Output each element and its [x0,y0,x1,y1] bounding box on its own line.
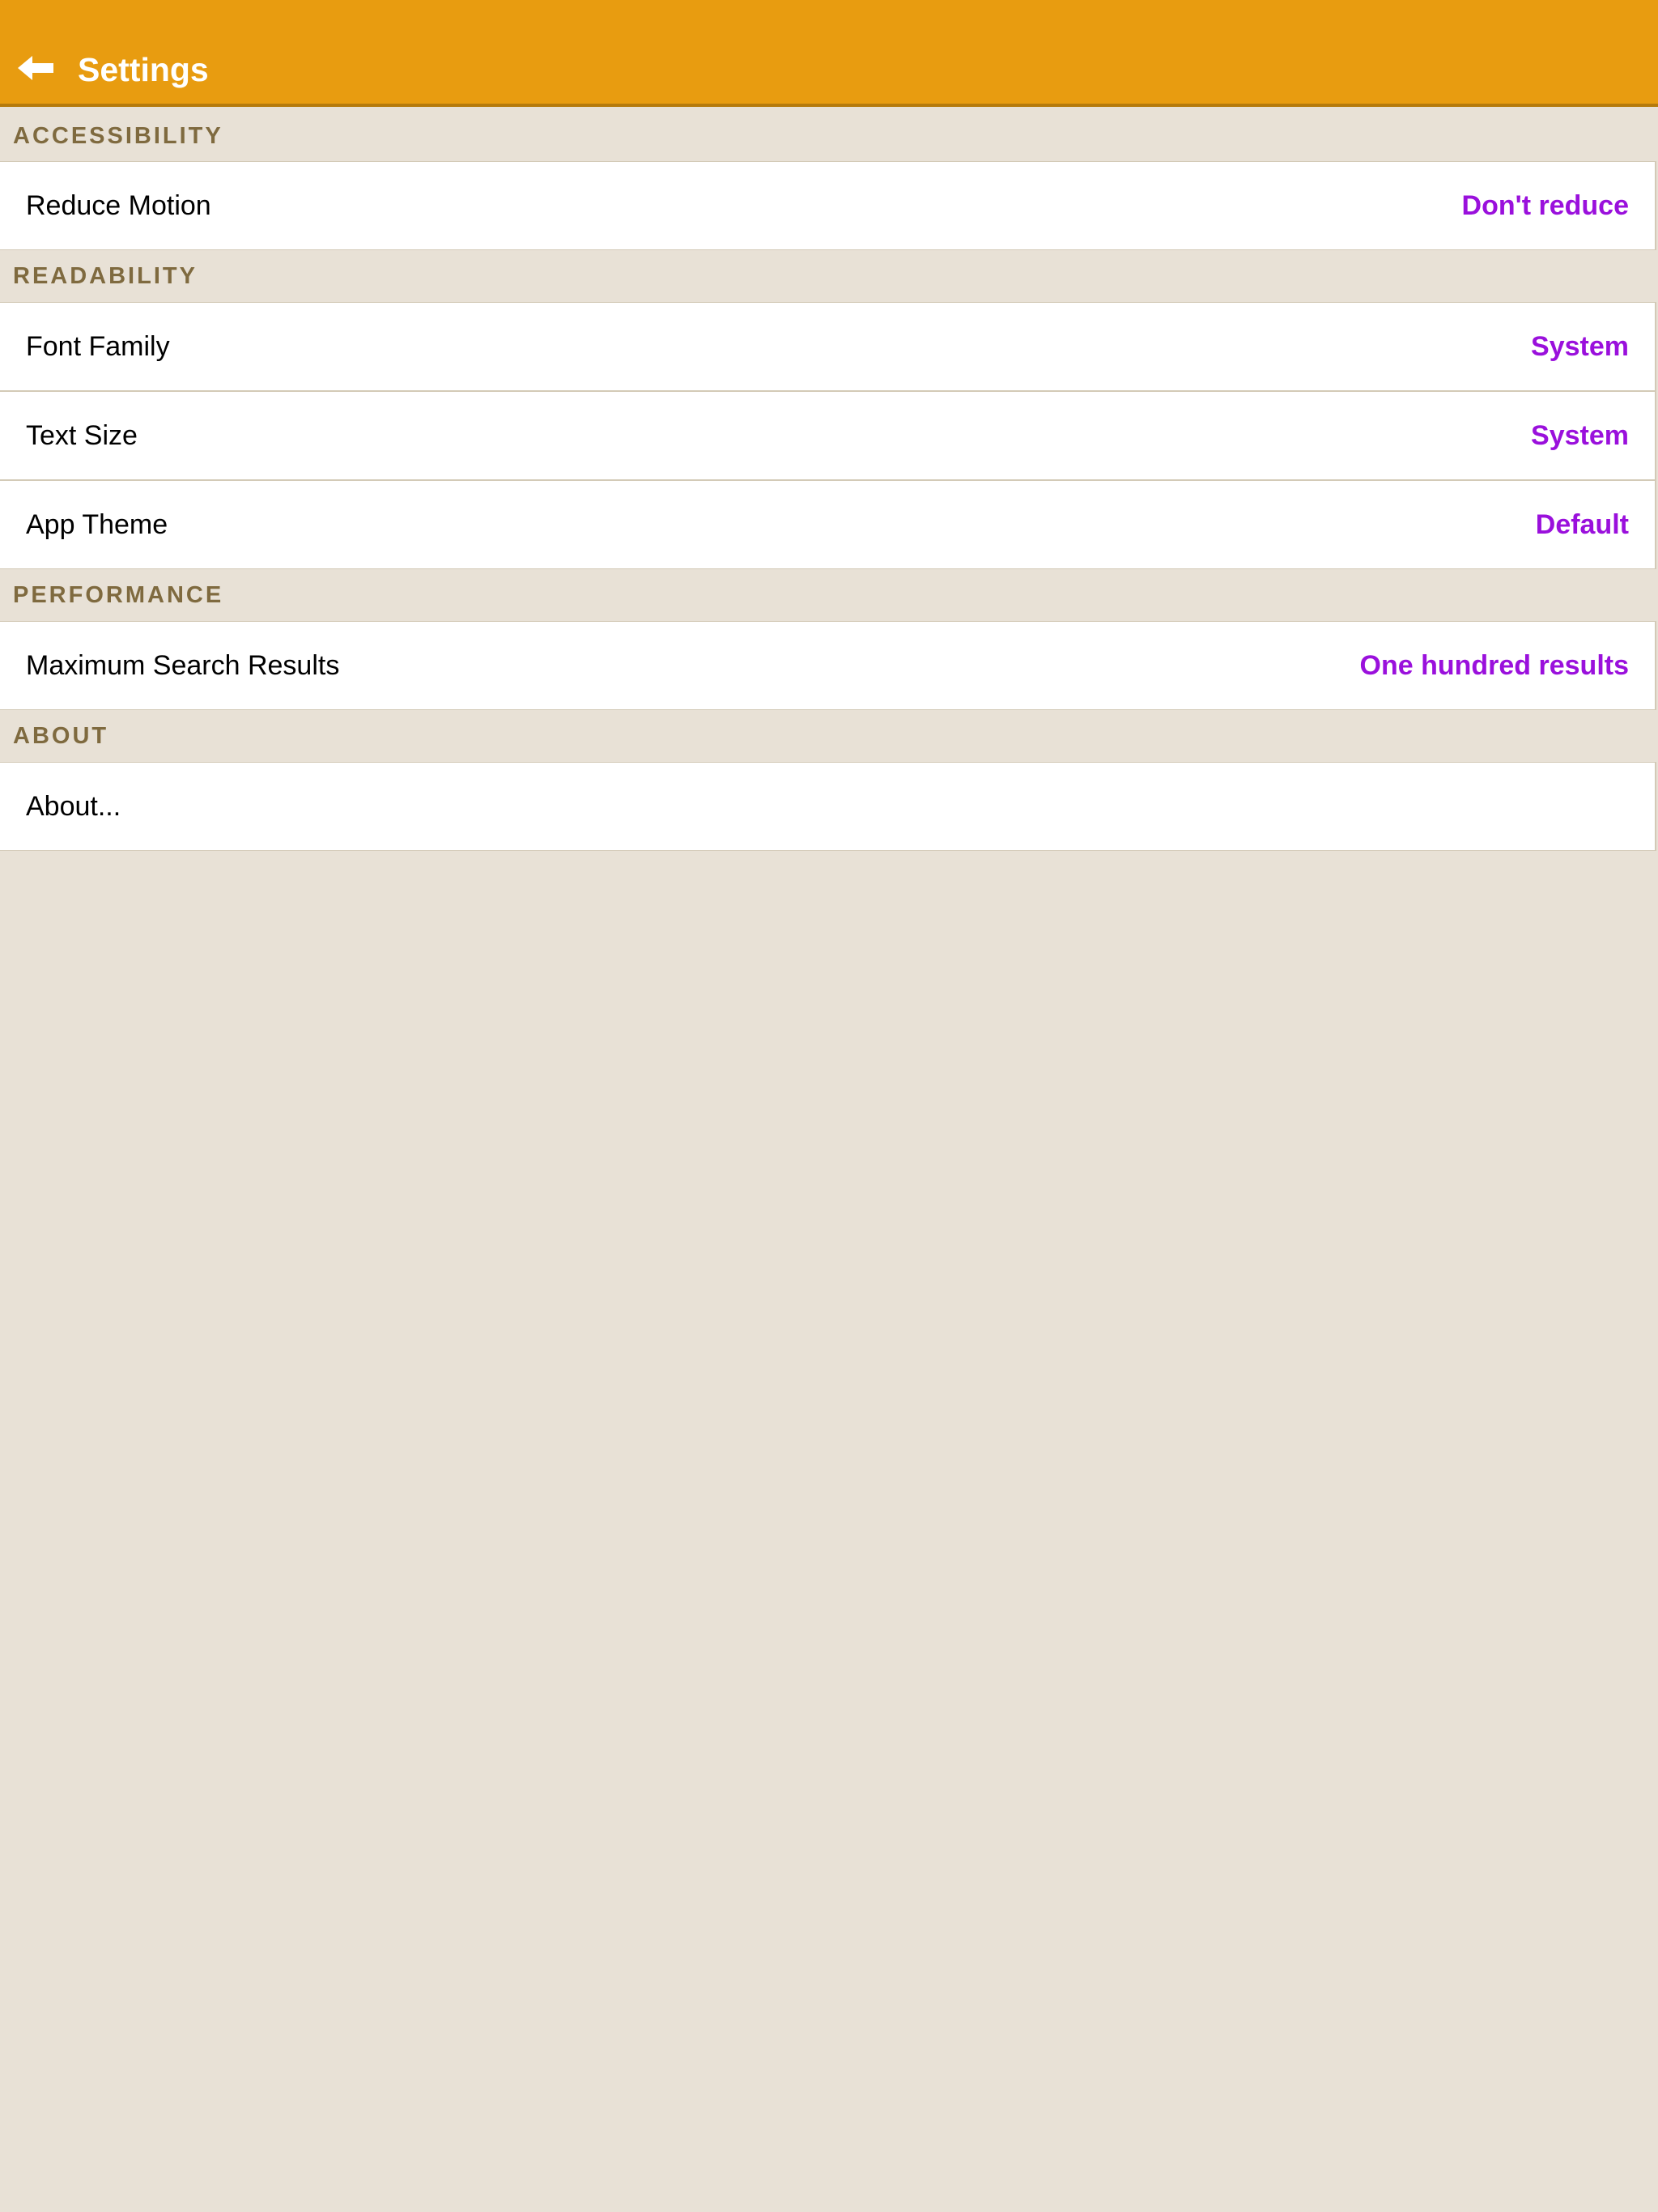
section-header-accessibility: ACCESSIBILITY [13,122,223,149]
setting-value: One hundred results [1359,649,1630,681]
back-button[interactable] [15,50,57,86]
setting-row-font-family[interactable]: Font Family System [0,302,1656,391]
setting-label: About... [26,790,121,822]
setting-label: Text Size [26,419,138,451]
section-header-readability: READABILITY [13,263,198,289]
setting-label: App Theme [26,508,168,540]
setting-row-about[interactable]: About... [0,762,1656,851]
section-header-about: ABOUT [13,723,109,749]
setting-value: Default [1535,508,1629,540]
setting-row-reduce-motion[interactable]: Reduce Motion Don't reduce [0,161,1656,250]
setting-row-app-theme[interactable]: App Theme Default [0,480,1656,569]
setting-row-maximum-search-results[interactable]: Maximum Search Results One hundred resul… [0,621,1656,710]
setting-label: Reduce Motion [26,189,211,221]
setting-value: System [1531,330,1629,362]
setting-row-text-size[interactable]: Text Size System [0,391,1656,480]
page-title: Settings [78,51,209,88]
setting-label: Font Family [26,330,170,362]
section-header-performance: PERFORMANCE [13,582,224,608]
setting-label: Maximum Search Results [26,649,340,681]
setting-value: Don't reduce [1461,189,1629,221]
app-header: Settings [0,0,1658,107]
back-arrow-icon [18,56,53,80]
setting-value: System [1531,419,1629,451]
